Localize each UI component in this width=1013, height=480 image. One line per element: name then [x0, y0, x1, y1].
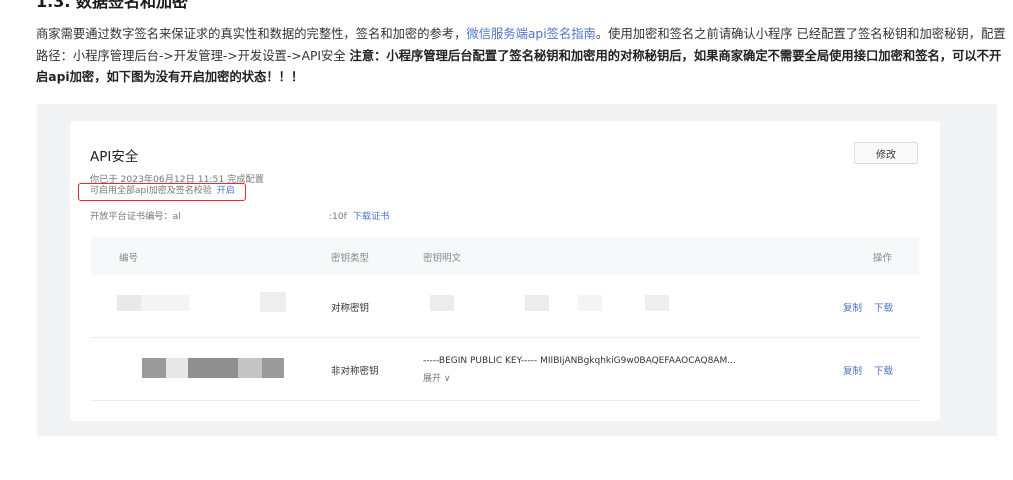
table-row: 非对称密钥 -----BEGIN PUBLIC KEY----- MIIBIjA…	[90, 338, 919, 401]
redacted-id	[260, 292, 286, 312]
redacted-id	[117, 295, 141, 311]
expand-toggle[interactable]: 展开 ∨	[423, 371, 450, 384]
col-actions: 操作	[873, 253, 893, 264]
key-plain-cell: -----BEGIN PUBLIC KEY----- MIIBIjANBgkqh…	[423, 356, 736, 366]
redacted-key	[430, 295, 454, 311]
col-key-type: 密钥类型	[331, 253, 370, 264]
download-cert-link[interactable]: 下载证书	[353, 211, 390, 222]
download-button[interactable]: 下载	[874, 300, 893, 314]
redacted-key	[578, 295, 602, 311]
key-type-cell: 非对称密钥	[331, 366, 379, 377]
cert-suffix: :10f	[328, 211, 347, 222]
keys-table-header: 编号 密钥类型 密钥明文 操作	[90, 237, 919, 275]
redacted-id	[188, 358, 238, 378]
section-heading: 1.3. 数据签名和加密	[36, 0, 188, 11]
redacted-id	[166, 358, 188, 378]
redacted-id	[141, 295, 189, 311]
redacted-id	[238, 358, 262, 378]
intro-paragraph: 商家需要通过数字签名来保证求的真实性和数据的完整性，签名和加密的参考，微信服务端…	[36, 24, 1006, 89]
redacted-id	[142, 358, 166, 378]
signature-guide-link[interactable]: 微信服务端api签名指南	[466, 27, 595, 41]
cert-number-row: 开放平台证书编号：al :10f 下载证书	[90, 208, 390, 222]
redacted-id	[262, 358, 284, 378]
download-button[interactable]: 下载	[874, 363, 893, 377]
redacted-key	[525, 295, 549, 311]
intro-text: 商家需要通过数字签名来保证求的真实性和数据的完整性，签名和加密的参考，	[36, 27, 467, 41]
enable-text: 可启用全部api加密及签名校验	[90, 186, 212, 196]
copy-button[interactable]: 复制	[843, 300, 862, 314]
col-id: 编号	[119, 253, 139, 264]
api-security-screenshot: API安全 修改 你已于 2023年06月12日 11:51 完成配置 可启用全…	[37, 104, 997, 436]
edit-button[interactable]: 修改	[854, 142, 918, 164]
card-title: API安全	[90, 149, 139, 165]
key-type-cell: 对称密钥	[331, 303, 370, 314]
col-key-plain: 密钥明文	[423, 253, 462, 264]
redacted-key	[645, 295, 669, 311]
enable-link[interactable]: 开启	[217, 186, 235, 196]
copy-button[interactable]: 复制	[843, 363, 862, 377]
cert-prefix: 开放平台证书编号：al	[90, 211, 181, 222]
table-row: 对称密钥 复制 下载	[90, 275, 919, 338]
enable-encryption-row: 可启用全部api加密及签名校验 开启	[78, 183, 246, 201]
api-security-card: API安全 修改 你已于 2023年06月12日 11:51 完成配置 可启用全…	[70, 121, 940, 421]
